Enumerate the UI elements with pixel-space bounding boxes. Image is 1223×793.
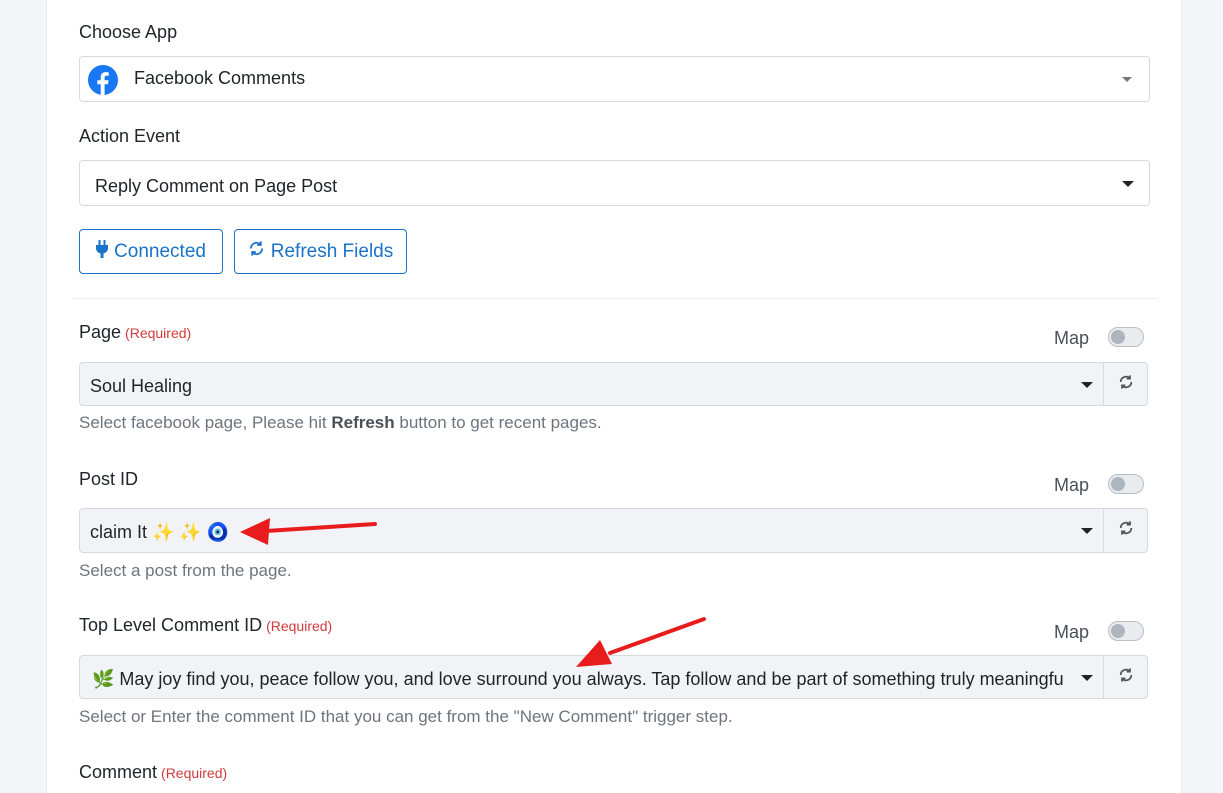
map-label: Map <box>1054 328 1090 348</box>
help-text-part: button to get recent pages. <box>394 413 602 432</box>
chevron-down-icon <box>1081 382 1093 388</box>
comment-id-help-text: Select or Enter the comment ID that you … <box>79 707 733 726</box>
comment-id-map-toggle[interactable] <box>1108 621 1144 641</box>
choose-app-value: Facebook Comments <box>134 68 306 88</box>
refresh-fields-button[interactable]: Refresh Fields <box>234 229 407 274</box>
required-marker: (Required) <box>161 765 228 781</box>
page-field-label: Page (Required) <box>79 322 191 343</box>
chevron-down-icon <box>1081 675 1093 681</box>
facebook-icon <box>88 65 118 95</box>
post-help-text: Select a post from the page. <box>79 561 292 580</box>
post-map-toggle[interactable] <box>1108 474 1144 494</box>
help-text-bold: Refresh <box>331 413 395 432</box>
section-divider <box>72 298 1157 299</box>
post-id-label: Post ID <box>79 469 139 489</box>
chevron-down-icon <box>1122 77 1132 82</box>
action-event-value: Reply Comment on Page Post <box>95 176 338 196</box>
comment-label-text: Comment <box>79 762 158 782</box>
page-value: Soul Healing <box>90 376 193 396</box>
page-help-text: Select facebook page, Please hit Refresh… <box>79 413 602 433</box>
comment-field-label: Comment (Required) <box>79 762 227 783</box>
comment-id-refresh-button[interactable] <box>1104 655 1148 699</box>
action-event-select[interactable]: Reply Comment on Page Post <box>79 160 1150 206</box>
page-select[interactable]: Soul Healing <box>79 362 1104 406</box>
page-label-text: Page <box>79 322 122 342</box>
choose-app-select[interactable]: Facebook Comments <box>79 56 1150 102</box>
required-marker: (Required) <box>266 618 333 634</box>
choose-app-label: Choose App <box>79 22 178 42</box>
connected-label: Connected <box>114 240 206 262</box>
connected-button[interactable]: Connected <box>79 229 223 274</box>
refresh-icon <box>1118 520 1134 541</box>
chevron-down-icon <box>1081 528 1093 534</box>
map-label: Map <box>1054 622 1090 642</box>
comment-id-value: 🌿 May joy find you, peace follow you, an… <box>92 669 1064 689</box>
refresh-icon <box>248 240 265 263</box>
help-text-part: Select facebook page, Please hit <box>79 413 332 432</box>
comment-id-field-label: Top Level Comment ID (Required) <box>79 615 332 636</box>
chevron-down-icon <box>1122 181 1134 187</box>
annotation-arrow-icon <box>240 518 377 545</box>
refresh-fields-label: Refresh Fields <box>270 240 394 262</box>
annotation-arrow-icon <box>576 617 706 667</box>
comment-id-label-text: Top Level Comment ID <box>79 615 263 635</box>
required-marker: (Required) <box>125 325 192 341</box>
post-refresh-button[interactable] <box>1104 508 1148 553</box>
post-id-value: claim It ✨ ✨ 🧿 <box>90 522 230 542</box>
action-event-label: Action Event <box>79 126 181 146</box>
plug-icon <box>96 239 109 264</box>
page-refresh-button[interactable] <box>1104 362 1148 406</box>
map-label: Map <box>1054 475 1090 495</box>
page-map-toggle[interactable] <box>1108 327 1144 347</box>
refresh-icon <box>1118 374 1134 395</box>
refresh-icon <box>1118 667 1134 688</box>
